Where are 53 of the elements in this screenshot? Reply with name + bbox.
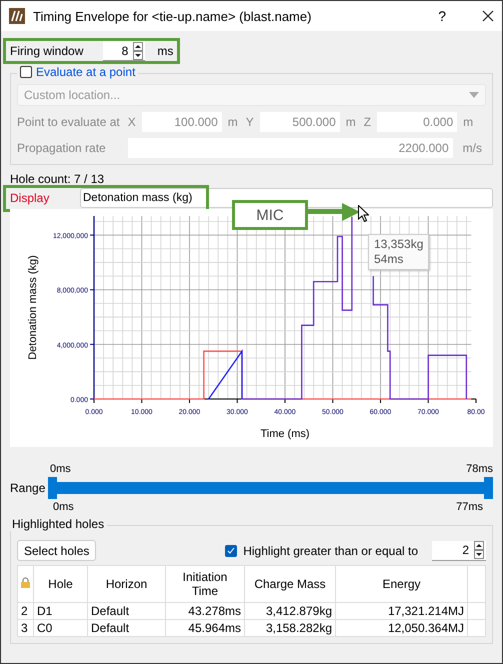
unit-label: m [463, 115, 474, 129]
range-label: 0ms [53, 501, 74, 513]
axis-label: X [128, 115, 136, 129]
column-header[interactable]: Horizon [88, 566, 166, 602]
column-header[interactable]: Energy [336, 566, 468, 602]
display-dropdown[interactable]: Detonation mass (kg) [80, 188, 493, 208]
close-icon[interactable] [482, 10, 494, 22]
checkbox-label[interactable]: Highlight greater than or equal to [243, 544, 418, 558]
unit-label: m [228, 115, 238, 129]
table-cell: Default [88, 620, 166, 636]
range-slider[interactable] [48, 477, 493, 499]
range-label: 78ms [466, 463, 493, 475]
table-cell: 17,321.214MJ [336, 602, 468, 620]
field-label: Point to evaluate at [17, 115, 120, 129]
table-cell: 3,158.282kg [244, 620, 336, 636]
help-button[interactable]: ? [438, 8, 446, 24]
x-axis-title: Time (ms) [260, 428, 310, 440]
group-title: Highlighted holes [9, 517, 108, 531]
app-icon [9, 8, 25, 24]
table-cell: 45.964ms [166, 620, 244, 636]
spin-buttons[interactable] [474, 541, 484, 559]
callout-label: MIC [232, 200, 308, 230]
table-cell: 2 [18, 602, 34, 620]
range-label: 0ms [50, 463, 71, 475]
axis-label: Z [364, 115, 372, 129]
unit-label: ms [157, 44, 174, 58]
range-label: 77ms [456, 501, 483, 513]
window-title: Timing Envelope for <tie-up.name> (blast.name) [33, 8, 312, 24]
y-axis-title: Detonation mass (kg) [27, 255, 39, 360]
range-title: Range [10, 481, 46, 495]
table-cell: Default [88, 602, 166, 620]
display-label: Display [10, 190, 50, 207]
hole-count: Hole count: 7 / 13 [10, 172, 106, 186]
select-holes-button[interactable]: Select holes [17, 540, 96, 561]
field-label: Firing window [10, 44, 84, 58]
lock-icon[interactable] [21, 577, 30, 588]
spin-buttons[interactable] [133, 42, 144, 60]
table-cell: 3 [18, 620, 34, 636]
column-header[interactable]: Hole [34, 566, 88, 602]
field-label: Propagation rate [17, 141, 107, 155]
column-header[interactable]: Initiation Time [166, 566, 244, 602]
table-cell: 43.278ms [166, 602, 244, 620]
table-cell: D1 [34, 602, 88, 620]
table-cell: C0 [34, 620, 88, 636]
callout-arrow [308, 203, 360, 221]
column-header[interactable]: Charge Mass [244, 566, 336, 602]
axis-label: Y [246, 115, 254, 129]
table-cell: 3,412.879kg [244, 602, 336, 620]
checkbox[interactable] [225, 544, 238, 556]
unit-label: m [346, 115, 356, 129]
chart-tooltip: 13,353kg 54ms [368, 234, 430, 270]
unit-label: m/s [462, 141, 482, 155]
table-cell: 12,050.364MJ [336, 620, 468, 636]
